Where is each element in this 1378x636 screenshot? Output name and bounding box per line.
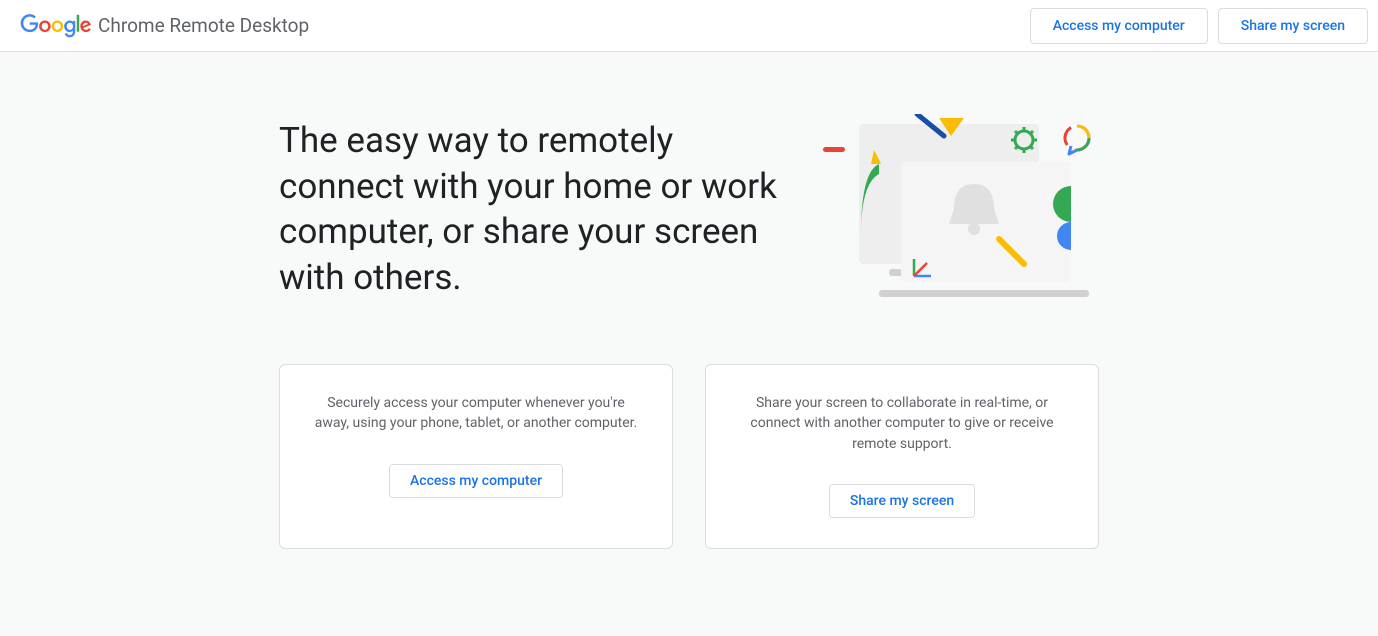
hero-illustration-icon [819, 114, 1099, 314]
share-card: Share your screen to collaborate in real… [705, 364, 1099, 549]
header-actions: Access my computer Share my screen [1030, 8, 1368, 44]
action-cards: Securely access your computer whenever y… [189, 364, 1189, 549]
google-logo-icon [20, 14, 92, 38]
main-scroll-area[interactable]: The easy way to remotely connect with yo… [0, 54, 1378, 636]
app-header: Chrome Remote Desktop Access my computer… [0, 0, 1378, 52]
access-my-computer-button[interactable]: Access my computer [389, 464, 563, 498]
access-my-computer-header-button[interactable]: Access my computer [1030, 8, 1208, 44]
share-card-description: Share your screen to collaborate in real… [736, 393, 1068, 454]
access-card-description: Securely access your computer whenever y… [310, 393, 642, 434]
access-card: Securely access your computer whenever y… [279, 364, 673, 549]
share-my-screen-button[interactable]: Share my screen [829, 484, 975, 518]
hero-headline: The easy way to remotely connect with yo… [279, 114, 779, 300]
header-brand: Chrome Remote Desktop [20, 14, 309, 38]
hero-section: The easy way to remotely connect with yo… [189, 54, 1189, 364]
share-my-screen-header-button[interactable]: Share my screen [1218, 8, 1368, 44]
product-name: Chrome Remote Desktop [98, 14, 309, 37]
